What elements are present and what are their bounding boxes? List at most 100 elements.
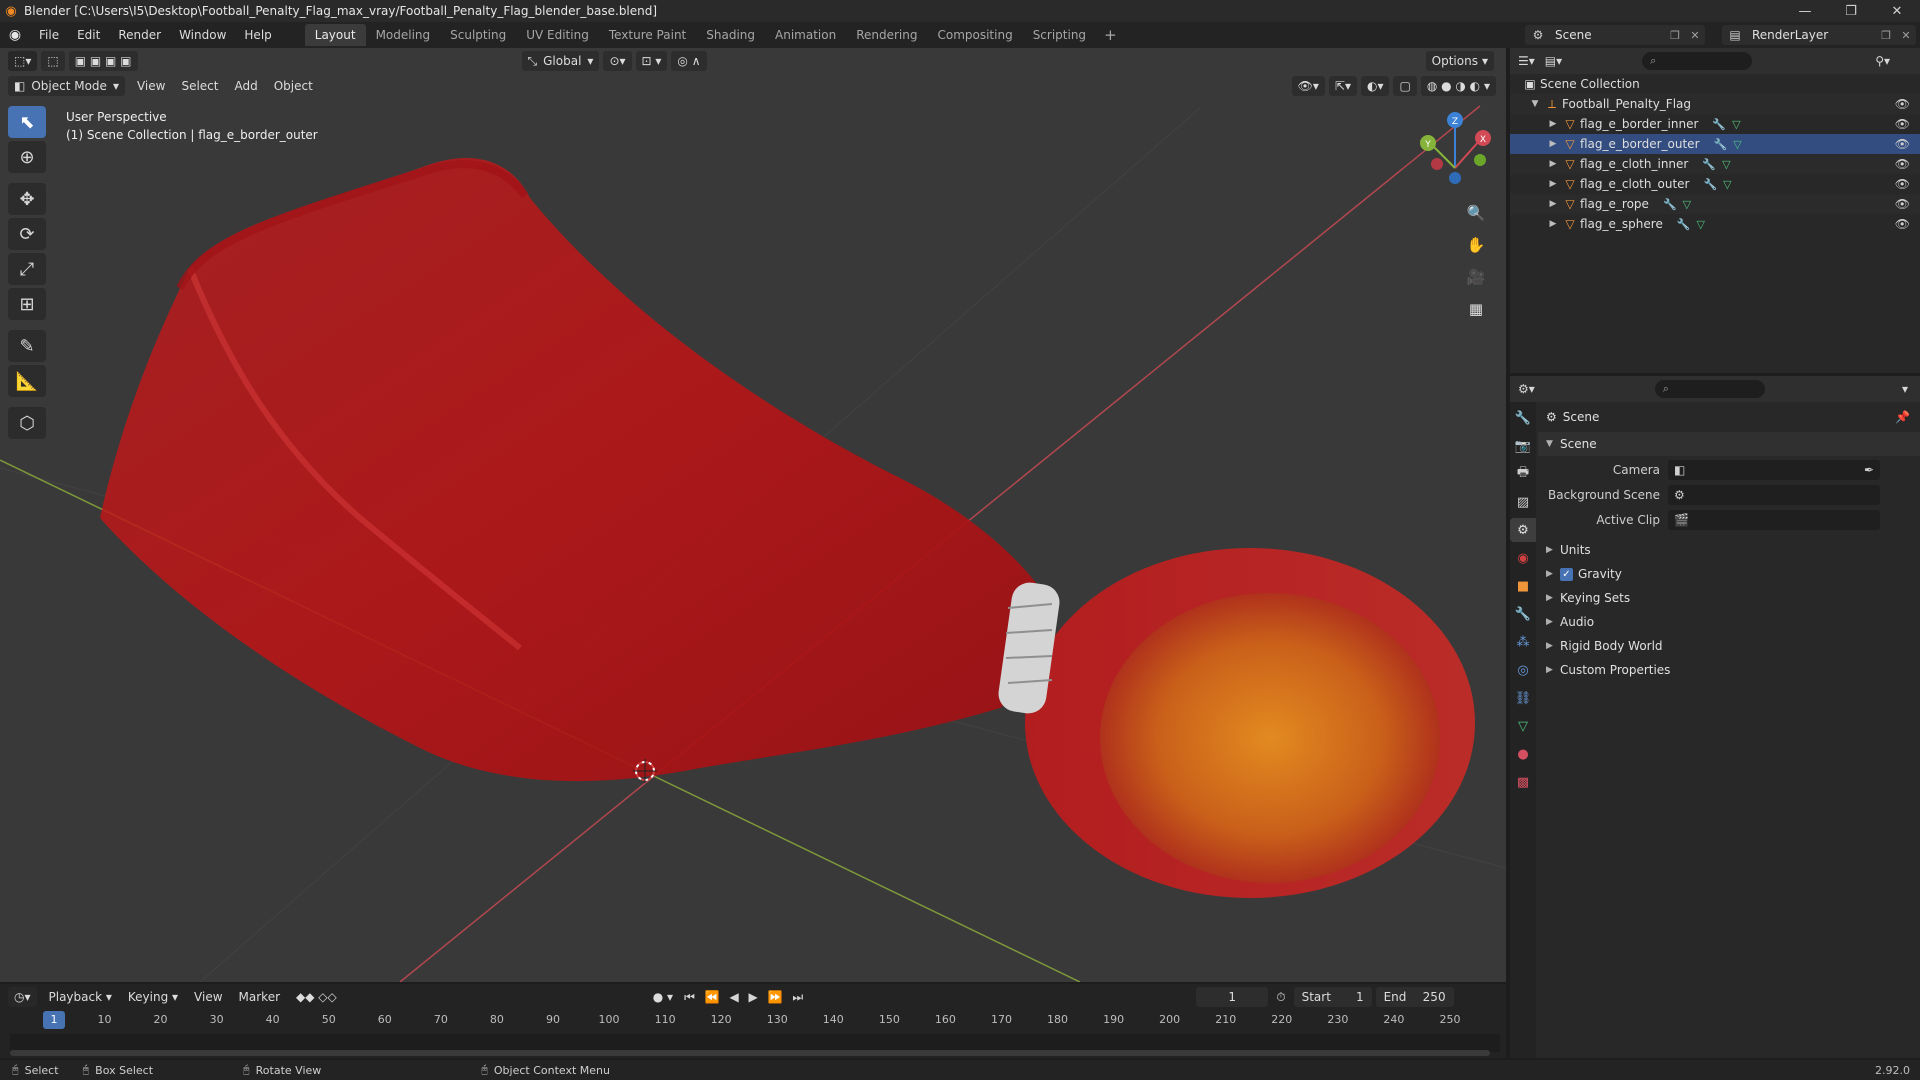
prev-keyframe-icon[interactable]: ⏪ [702, 990, 723, 1004]
outliner-row-collection[interactable]: ▼ ⟂ Football_Penalty_Flag 👁 [1510, 94, 1920, 114]
data-tab[interactable]: ▽ [1510, 714, 1536, 738]
tool-select-box[interactable]: ⬚ [41, 51, 65, 71]
expand-arrow-icon[interactable]: ▼ [1528, 99, 1542, 109]
visibility-button[interactable]: 👁▾ [1291, 76, 1325, 96]
record-button[interactable]: ● ▾ [645, 990, 681, 1004]
timeline-menu-keying[interactable]: Keying ▾ [120, 990, 186, 1004]
transform-orientation[interactable]: ⤡ Global ▾ [521, 51, 600, 71]
renderlayer-selector[interactable]: ▤ RenderLayer ❐ ✕ [1722, 25, 1916, 45]
renderlayer-name[interactable]: RenderLayer [1748, 28, 1876, 42]
tab-modeling[interactable]: Modeling [366, 24, 441, 46]
camera-view-button[interactable]: 🎥 [1461, 262, 1491, 292]
expand-arrow-icon[interactable]: ▶ [1546, 179, 1560, 189]
camera-field[interactable]: ◧ ✒ [1668, 459, 1880, 480]
outliner-row-scene-collection[interactable]: ▣ Scene Collection [1510, 74, 1920, 94]
custom-properties-panel[interactable]: ▶ Custom Properties [1538, 658, 1920, 682]
jump-start-icon[interactable]: ⏮ [681, 990, 698, 1004]
navigation-gizmo[interactable]: Z X Y [1420, 112, 1491, 184]
scene-panel-header[interactable]: ▼ Scene [1538, 432, 1920, 456]
tab-layout[interactable]: Layout [304, 24, 366, 46]
timeline-menu-view[interactable]: View [186, 990, 230, 1004]
display-mode-icon[interactable]: ▤▾ [1545, 54, 1562, 68]
viewport-menu-select[interactable]: Select [173, 79, 226, 93]
select-tool[interactable]: ⬉ [8, 106, 46, 138]
current-frame-field[interactable]: 1 [1196, 987, 1269, 1007]
texture-tab[interactable]: ▩ [1510, 770, 1536, 794]
scene-tab[interactable]: ⚙ [1510, 518, 1536, 542]
minimize-button[interactable]: — [1782, 0, 1828, 22]
physics-tab[interactable]: ◎ [1510, 658, 1536, 682]
overlays-toggle[interactable]: ◐▾ [1360, 76, 1390, 96]
outliner-row-object[interactable]: ▶ ▽ flag_e_border_inner 🔧 ▽ 👁 [1510, 114, 1920, 134]
outliner-row-object[interactable]: ▶ ▽ flag_e_rope 🔧 ▽ 👁 [1510, 194, 1920, 214]
jump-end-icon[interactable]: ⏭ [789, 990, 806, 1004]
close-button[interactable]: ✕ [1874, 0, 1920, 22]
active-clip-field[interactable]: 🎬 [1668, 509, 1880, 530]
tab-compositing[interactable]: Compositing [927, 24, 1022, 46]
menu-window[interactable]: Window [170, 22, 235, 48]
options-button[interactable]: Options ▾ [1425, 51, 1494, 71]
eye-icon[interactable]: 👁 [1895, 157, 1910, 171]
eye-icon[interactable]: 👁 [1895, 97, 1910, 111]
scale-tool[interactable]: ⤢ [8, 253, 46, 285]
measure-tool[interactable]: 📐 [8, 365, 46, 397]
delete-scene-icon[interactable]: ✕ [1685, 29, 1705, 42]
add-workspace-button[interactable]: + [1096, 26, 1125, 44]
timeline-scrollbar[interactable] [10, 1050, 1490, 1056]
move-tool[interactable]: ✥ [8, 183, 46, 215]
add-cube-tool[interactable]: ⬡ [8, 407, 46, 439]
outliner-row-object[interactable]: ▶ ▽ flag_e_cloth_inner 🔧 ▽ 👁 [1510, 154, 1920, 174]
tab-shading[interactable]: Shading [696, 24, 765, 46]
expand-arrow-icon[interactable]: ▶ [1546, 119, 1560, 129]
eye-icon[interactable]: 👁 [1895, 137, 1910, 151]
chevron-down-icon[interactable]: ▾ [1902, 382, 1908, 396]
menu-edit[interactable]: Edit [68, 22, 109, 48]
pivot-point-button[interactable]: ⊙▾ [603, 51, 632, 71]
properties-search-input[interactable]: ⌕ [1654, 380, 1765, 398]
timeline-ruler[interactable]: 1 10 20 30 40 50 60 70 80 90 100 110 120 130 140 150 16… [10, 1011, 1500, 1033]
filter-icon[interactable]: ⚲▾ [1875, 54, 1890, 68]
outliner-row-object-selected[interactable]: ▶ ▽ flag_e_border_outer 🔧 ▽ 👁 [1510, 134, 1920, 154]
outliner-search-input[interactable]: ⌕ [1642, 52, 1753, 70]
scene-name[interactable]: Scene [1551, 28, 1665, 42]
viewport-menu-object[interactable]: Object [266, 79, 321, 93]
play-reverse-icon[interactable]: ◀ [726, 990, 741, 1004]
outliner-editor-icon[interactable]: ☰▾ [1518, 54, 1535, 68]
gravity-checkbox[interactable]: ✓ [1560, 567, 1573, 581]
pan-button[interactable]: ✋ [1461, 230, 1491, 260]
constraints-tab[interactable]: ⛓ [1510, 686, 1536, 710]
ortho-toggle-button[interactable]: ▦ [1461, 294, 1491, 324]
tab-rendering[interactable]: Rendering [846, 24, 927, 46]
tab-scripting[interactable]: Scripting [1023, 24, 1096, 46]
expand-arrow-icon[interactable]: ▶ [1546, 159, 1560, 169]
expand-arrow-icon[interactable]: ▶ [1546, 139, 1560, 149]
keyframe-icons[interactable]: ◆◆ ◇◇ [288, 990, 345, 1004]
start-frame-field[interactable]: Start 1 [1293, 987, 1372, 1007]
object-tab[interactable]: ■ [1510, 574, 1536, 598]
mode-selector[interactable]: ◧ Object Mode ▾ [8, 76, 125, 96]
pin-icon[interactable]: 📌 [1895, 410, 1910, 424]
cursor-tool[interactable]: ⊕ [8, 141, 46, 173]
properties-editor-icon[interactable]: ⚙▾ [1518, 382, 1535, 396]
viewport-menu-add[interactable]: Add [226, 79, 265, 93]
world-tab[interactable]: ◉ [1510, 546, 1536, 570]
outliner-row-object[interactable]: ▶ ▽ flag_e_sphere 🔧 ▽ 👁 [1510, 214, 1920, 234]
tab-animation[interactable]: Animation [765, 24, 846, 46]
selection-mode-group[interactable]: ▣ ▣ ▣ ▣ [68, 51, 138, 71]
blender-menu-icon[interactable]: ◉ [0, 27, 30, 43]
timeline-editor-button[interactable]: ◷▾ [8, 987, 37, 1007]
menu-render[interactable]: Render [109, 22, 170, 48]
end-frame-field[interactable]: End 250 [1375, 987, 1454, 1007]
xray-toggle[interactable]: ▢ [1393, 76, 1417, 96]
gizmo-toggle[interactable]: ⇱▾ [1328, 76, 1357, 96]
zoom-button[interactable]: 🔍 [1461, 198, 1491, 228]
3d-viewport[interactable]: Z X Y ⬚▾ ⬚ ▣ ▣ ▣ ▣ ⤡ Global ▾ ⊙▾ ⊡ ▾ ◎ ∧… [0, 48, 1506, 982]
eye-icon[interactable]: 👁 [1895, 197, 1910, 211]
expand-arrow-icon[interactable]: ▶ [1546, 199, 1560, 209]
snap-button[interactable]: ⊡ ▾ [635, 51, 668, 71]
render-tab[interactable]: 📷 [1510, 434, 1536, 458]
next-keyframe-icon[interactable]: ⏩ [765, 990, 786, 1004]
keying-sets-panel[interactable]: ▶ Keying Sets [1538, 586, 1920, 610]
rigid-body-world-panel[interactable]: ▶ Rigid Body World [1538, 634, 1920, 658]
outliner-row-object[interactable]: ▶ ▽ flag_e_cloth_outer 🔧 ▽ 👁 [1510, 174, 1920, 194]
